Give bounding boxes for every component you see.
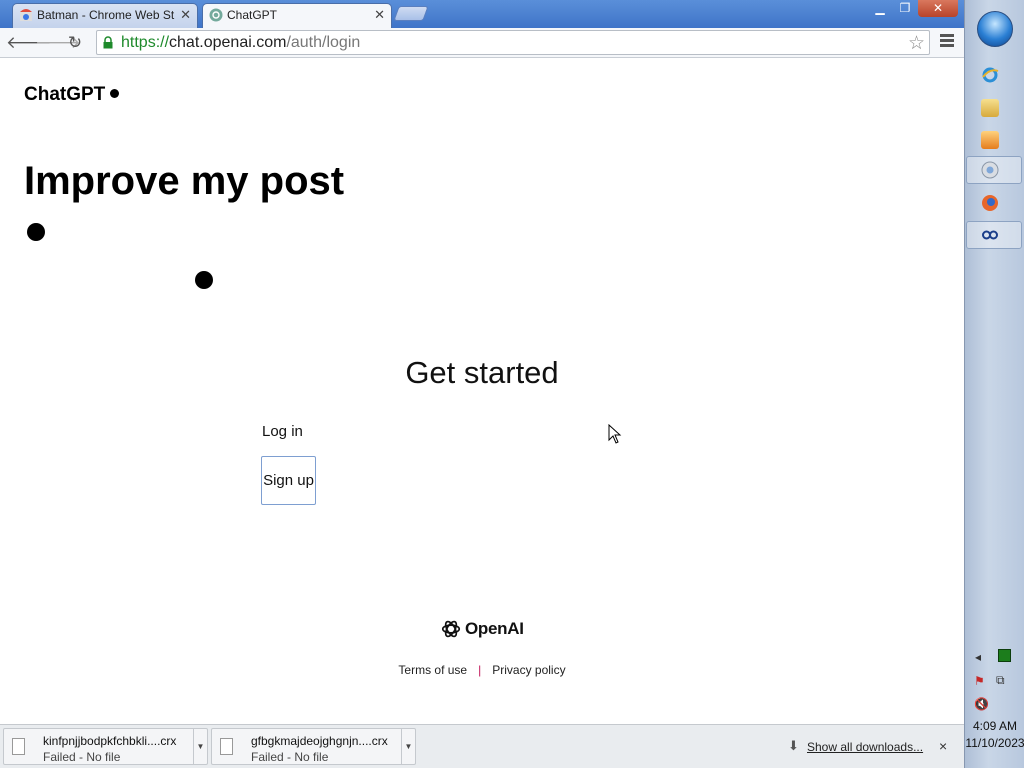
windows-taskbar: ◂ ⚑ ⧉ 🔇 4:09 AM 11/10/2023 — [964, 0, 1024, 768]
terms-link[interactable]: Terms of use — [398, 663, 467, 677]
chrome-web-store-icon — [20, 9, 32, 21]
clock-date: 11/10/2023 — [965, 736, 1024, 750]
chatgpt-icon — [209, 8, 223, 22]
file-explorer-icon[interactable] — [981, 99, 999, 117]
chevron-down-icon[interactable]: ▼ — [193, 729, 207, 764]
start-orb-icon[interactable] — [977, 11, 1013, 47]
footer-separator: | — [478, 663, 482, 677]
download-filename: gfbgkmajdeojghgnjn....crx — [251, 734, 388, 748]
download-shelf: kinfpnjjbodpkfchbkli....crx Failed - No … — [0, 724, 964, 768]
brand-logo: ChatGPT — [24, 84, 120, 106]
action-center-flag-icon[interactable]: ⚑ — [974, 674, 985, 688]
download-status: Failed - No file — [251, 750, 329, 764]
cursor-dot-icon — [195, 271, 213, 289]
download-arrow-icon: ⬇ — [788, 738, 799, 753]
app-icon[interactable] — [981, 226, 999, 244]
tab-chatgpt[interactable]: ChatGPT ✕ — [202, 3, 392, 29]
chrome-icon[interactable] — [981, 161, 999, 179]
green-tray-icon[interactable] — [998, 649, 1011, 662]
tab-title: ChatGPT — [227, 8, 278, 22]
openai-icon — [441, 620, 461, 638]
network-icon[interactable]: ⧉ — [996, 673, 1005, 688]
headline: Improve my post — [24, 159, 345, 203]
title-bar: Batman - Chrome Web St ✕ ChatGPT ✕ ▁ ❐ ✕ — [0, 0, 964, 29]
privacy-link[interactable]: Privacy policy — [492, 663, 565, 677]
file-icon — [220, 738, 233, 755]
dot-icon — [110, 89, 120, 98]
browser-toolbar: 🡐 🡒 ↻ https://chat.openai.com/auth/login… — [0, 28, 964, 58]
minimize-button[interactable]: ▁ — [868, 0, 892, 17]
download-filename: kinfpnjjbodpkfchbkli....crx — [43, 734, 177, 748]
tab-title: Batman - Chrome Web St — [37, 8, 175, 22]
url-text: https://chat.openai.com/auth/login — [121, 34, 361, 51]
login-button[interactable]: Log in — [262, 423, 303, 440]
browser-window: Batman - Chrome Web St ✕ ChatGPT ✕ ▁ ❐ ✕… — [0, 0, 964, 768]
show-hidden-icons-icon[interactable]: ◂ — [975, 650, 981, 664]
openai-logo: OpenAI — [440, 616, 524, 642]
typing-dot-icon — [27, 223, 45, 241]
bookmark-star-icon[interactable]: ☆ — [908, 32, 925, 55]
download-item[interactable]: gfbgkmajdeojghgnjn....crx Failed - No fi… — [211, 728, 416, 765]
media-player-icon[interactable] — [981, 131, 999, 149]
footer-links: Terms of use | Privacy policy — [0, 663, 964, 677]
file-icon — [12, 738, 25, 755]
new-tab-button[interactable] — [393, 6, 429, 21]
reload-icon[interactable]: ↻ — [64, 32, 86, 54]
mouse-cursor-icon — [608, 424, 622, 444]
show-all-downloads-link[interactable]: Show all downloads... — [807, 740, 923, 754]
openai-wordmark: OpenAI — [465, 619, 524, 638]
firefox-icon[interactable] — [981, 194, 999, 212]
system-clock[interactable]: 4:09 AM 11/10/2023 — [965, 718, 1024, 752]
close-icon[interactable]: ✕ — [374, 4, 385, 26]
page-content: ChatGPT Improve my post Get started Log … — [0, 59, 964, 723]
signup-button[interactable]: Sign up — [261, 456, 316, 505]
internet-explorer-icon[interactable] — [981, 66, 999, 84]
tab-batman[interactable]: Batman - Chrome Web St ✕ — [12, 3, 198, 28]
download-status: Failed - No file — [43, 750, 121, 764]
close-window-button[interactable]: ✕ — [918, 0, 958, 17]
close-icon[interactable]: ✕ — [180, 4, 191, 26]
chevron-down-icon[interactable]: ▼ — [401, 729, 415, 764]
forward-icon[interactable]: 🡒 — [35, 32, 81, 54]
menu-icon[interactable] — [940, 34, 954, 49]
address-bar[interactable]: https://chat.openai.com/auth/login ☆ — [96, 30, 930, 55]
volume-muted-icon[interactable]: 🔇 — [974, 697, 989, 711]
clock-time: 4:09 AM — [972, 719, 1018, 733]
get-started-heading: Get started — [405, 355, 559, 390]
lock-icon — [103, 36, 113, 49]
back-icon[interactable]: 🡐 — [6, 32, 52, 54]
close-icon[interactable]: × — [939, 738, 947, 754]
maximize-button[interactable]: ❐ — [893, 0, 917, 17]
download-item[interactable]: kinfpnjjbodpkfchbkli....crx Failed - No … — [3, 728, 208, 765]
